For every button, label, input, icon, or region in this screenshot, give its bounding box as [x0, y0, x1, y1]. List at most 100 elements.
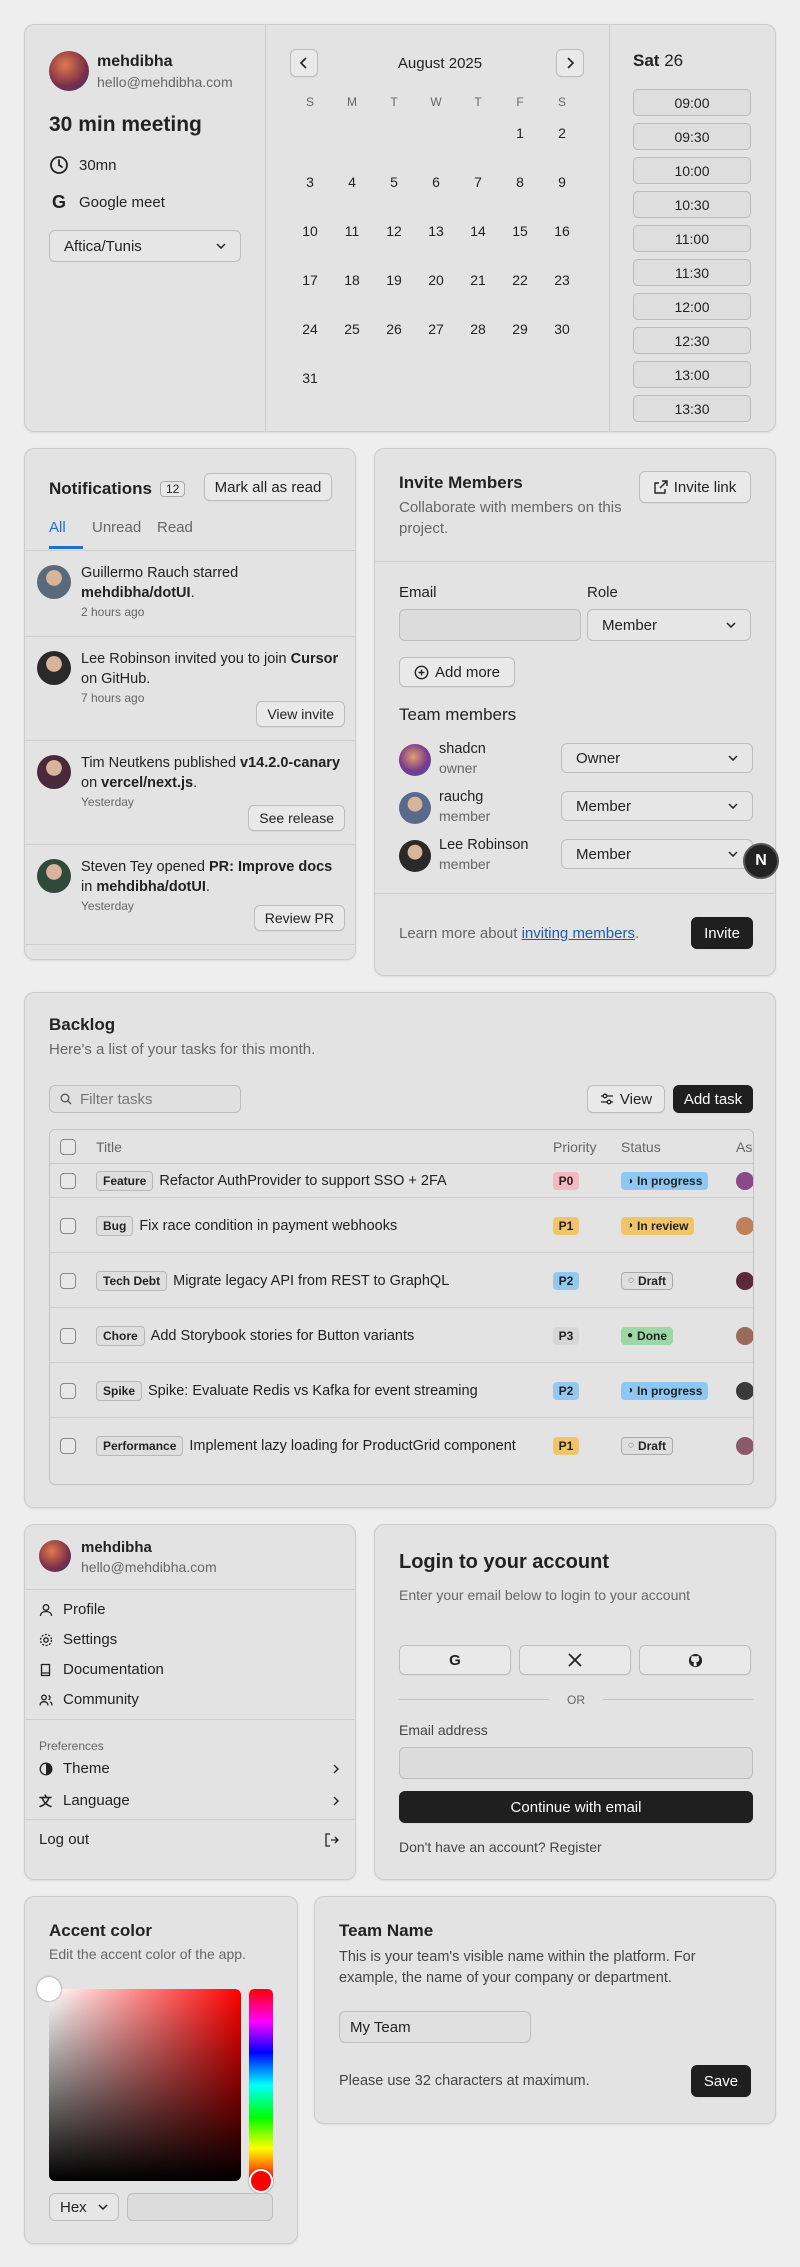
- calendar-day[interactable]: 21: [463, 272, 493, 288]
- team-name-input[interactable]: My Team: [339, 2011, 531, 2043]
- col-title-header[interactable]: Title: [96, 1139, 122, 1155]
- language-menu-item[interactable]: 文 Language: [39, 1791, 339, 1810]
- calendar-day[interactable]: 26: [379, 321, 409, 337]
- next-month-button[interactable]: [556, 49, 584, 77]
- time-slot-button[interactable]: 11:30: [633, 259, 751, 286]
- color-saturation-area[interactable]: [49, 1989, 241, 2181]
- notification-item[interactable]: Lee Robinson invited you to join Cursor …: [25, 637, 355, 741]
- time-slot-button[interactable]: 10:30: [633, 191, 751, 218]
- col-priority-header[interactable]: Priority: [553, 1139, 597, 1155]
- row-checkbox[interactable]: [60, 1327, 76, 1344]
- calendar-day[interactable]: 4: [337, 174, 367, 190]
- member-role-select[interactable]: Member: [561, 791, 753, 821]
- calendar-day[interactable]: 28: [463, 321, 493, 337]
- calendar-day[interactable]: 16: [547, 223, 577, 239]
- calendar-day[interactable]: 25: [337, 321, 367, 337]
- calendar-day[interactable]: 3: [295, 174, 325, 190]
- mark-all-read-button[interactable]: Mark all as read: [204, 473, 332, 501]
- tab-all[interactable]: All: [49, 519, 66, 536]
- prev-month-button[interactable]: [290, 49, 318, 77]
- saturation-thumb[interactable]: [37, 1977, 61, 2001]
- notification-item[interactable]: Guillermo Rauch starred mehdibha/dotUI. 2…: [25, 551, 355, 637]
- view-button[interactable]: View: [587, 1085, 665, 1113]
- calendar-day[interactable]: 10: [295, 223, 325, 239]
- calendar-day[interactable]: 31: [295, 370, 325, 386]
- calendar-day[interactable]: 15: [505, 223, 535, 239]
- table-row[interactable]: Bug Fix race condition in payment webhook…: [50, 1198, 753, 1253]
- tab-read[interactable]: Read: [157, 519, 193, 536]
- row-checkbox[interactable]: [60, 1272, 76, 1289]
- time-slot-button[interactable]: 09:00: [633, 89, 751, 116]
- calendar-day[interactable]: 1: [505, 125, 535, 141]
- x-login-button[interactable]: [519, 1645, 631, 1675]
- time-slot-button[interactable]: 12:30: [633, 327, 751, 354]
- tab-unread[interactable]: Unread: [92, 519, 141, 536]
- floating-action-button[interactable]: N: [743, 843, 779, 879]
- invite-email-input[interactable]: [399, 609, 581, 641]
- calendar-day[interactable]: 14: [463, 223, 493, 239]
- col-assignee-header[interactable]: As: [736, 1139, 752, 1155]
- select-all-checkbox[interactable]: [60, 1139, 76, 1155]
- time-slot-button[interactable]: 11:00: [633, 225, 751, 252]
- login-email-input[interactable]: [399, 1747, 753, 1779]
- table-row[interactable]: Spike Spike: Evaluate Redis vs Kafka for …: [50, 1363, 753, 1418]
- member-role-select[interactable]: Member: [561, 839, 753, 869]
- time-slot-button[interactable]: 13:30: [633, 395, 751, 422]
- register-text[interactable]: Don't have an account? Register: [399, 1839, 602, 1855]
- calendar-day[interactable]: 27: [421, 321, 451, 337]
- hue-thumb[interactable]: [249, 2169, 273, 2193]
- inviting-members-link[interactable]: inviting members: [522, 925, 635, 942]
- calendar-day[interactable]: 18: [337, 272, 367, 288]
- calendar-day[interactable]: 30: [547, 321, 577, 337]
- col-status-header[interactable]: Status: [621, 1139, 661, 1155]
- logout-menu-item[interactable]: Log out: [39, 1831, 339, 1848]
- time-slot-button[interactable]: 10:00: [633, 157, 751, 184]
- calendar-day[interactable]: 29: [505, 321, 535, 337]
- calendar-day[interactable]: 23: [547, 272, 577, 288]
- menu-item-profile[interactable]: Profile: [39, 1601, 106, 1618]
- member-role-select[interactable]: Owner: [561, 743, 753, 773]
- github-login-button[interactable]: [639, 1645, 751, 1675]
- time-slot-button[interactable]: 13:00: [633, 361, 751, 388]
- notification-action-button[interactable]: See release: [248, 805, 345, 831]
- row-checkbox[interactable]: [60, 1173, 76, 1189]
- calendar-day[interactable]: 22: [505, 272, 535, 288]
- calendar-day[interactable]: 13: [421, 223, 451, 239]
- calendar-day[interactable]: 12: [379, 223, 409, 239]
- calendar-day[interactable]: 8: [505, 174, 535, 190]
- calendar-day[interactable]: 9: [547, 174, 577, 190]
- continue-with-email-button[interactable]: Continue with email: [399, 1791, 753, 1823]
- calendar-day[interactable]: 17: [295, 272, 325, 288]
- filter-tasks-input[interactable]: Filter tasks: [49, 1085, 241, 1113]
- row-checkbox[interactable]: [60, 1437, 76, 1454]
- color-format-select[interactable]: Hex: [49, 2193, 119, 2221]
- google-login-button[interactable]: G: [399, 1645, 511, 1675]
- add-more-button[interactable]: Add more: [399, 657, 515, 687]
- time-slot-button[interactable]: 09:30: [633, 123, 751, 150]
- invite-button[interactable]: Invite: [691, 917, 753, 949]
- invite-link-button[interactable]: Invite link: [639, 471, 751, 503]
- menu-item-community[interactable]: Community: [39, 1691, 139, 1708]
- calendar-day[interactable]: 24: [295, 321, 325, 337]
- calendar-day[interactable]: 5: [379, 174, 409, 190]
- calendar-day[interactable]: 19: [379, 272, 409, 288]
- calendar-day[interactable]: 20: [421, 272, 451, 288]
- table-row[interactable]: Chore Add Storybook stories for Button va…: [50, 1308, 753, 1363]
- color-value-input[interactable]: [127, 2193, 273, 2221]
- row-checkbox[interactable]: [60, 1382, 76, 1399]
- notification-item[interactable]: Tim Neutkens published v14.2.0-canary on…: [25, 741, 355, 845]
- table-row[interactable]: Feature Refactor AuthProvider to support …: [50, 1164, 753, 1198]
- row-checkbox[interactable]: [60, 1217, 76, 1234]
- menu-item-settings[interactable]: Settings: [39, 1631, 117, 1648]
- invite-role-select[interactable]: Member: [587, 609, 751, 641]
- calendar-day[interactable]: 2: [547, 125, 577, 141]
- menu-item-documentation[interactable]: Documentation: [39, 1661, 164, 1678]
- calendar-day[interactable]: 6: [421, 174, 451, 190]
- theme-menu-item[interactable]: Theme: [39, 1760, 339, 1777]
- table-row[interactable]: Tech Debt Migrate legacy API from REST to…: [50, 1253, 753, 1308]
- timezone-select[interactable]: Aftica/Tunis: [49, 230, 241, 262]
- table-row[interactable]: Performance Implement lazy loading for Pr…: [50, 1418, 753, 1473]
- notification-item[interactable]: Steven Tey opened PR: Improve docs in me…: [25, 845, 355, 945]
- calendar-day[interactable]: 11: [337, 223, 367, 239]
- calendar-day[interactable]: 7: [463, 174, 493, 190]
